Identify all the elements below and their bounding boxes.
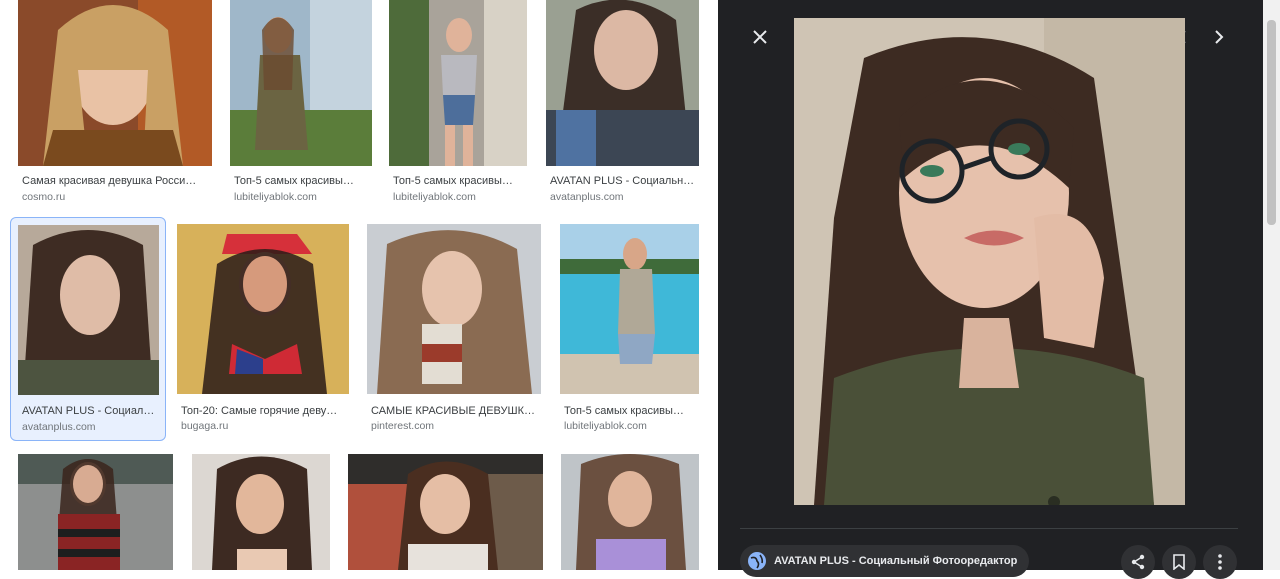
- result-thumbnail[interactable]: [177, 224, 349, 394]
- share-icon: [1131, 554, 1145, 570]
- result-thumbnail[interactable]: [348, 454, 543, 570]
- result-caption[interactable]: Топ-20: Самые горячие деву…: [177, 404, 349, 418]
- image-preview-panel: AVATAN PLUS - Социальный Фотоoредактор: [718, 0, 1263, 579]
- result-source: avatanplus.com: [22, 421, 96, 433]
- globe-icon: [748, 552, 766, 570]
- result-thumbnail[interactable]: [367, 224, 541, 394]
- result-tile[interactable]: [561, 454, 699, 570]
- result-tile[interactable]: [192, 454, 330, 570]
- result-caption[interactable]: AVATAN PLUS - Социальн…: [546, 174, 699, 188]
- result-caption[interactable]: Топ-5 самых красивы…: [560, 404, 699, 418]
- result-thumbnail[interactable]: [18, 454, 173, 570]
- result-tile[interactable]: САМЫЕ КРАСИВЫЕ ДЕВУШК… pinterest.com: [367, 224, 541, 436]
- result-tile[interactable]: Топ-5 самых красивы… lubiteliyablok.com: [389, 0, 527, 206]
- result-thumbnail[interactable]: [561, 454, 699, 570]
- panel-divider: [740, 528, 1238, 529]
- source-link[interactable]: AVATAN PLUS - Социальный Фотоoредактор: [740, 545, 1030, 577]
- share-button[interactable]: [1121, 545, 1155, 579]
- close-icon: [753, 30, 767, 44]
- result-tile[interactable]: [18, 454, 173, 570]
- result-tile-selected[interactable]: AVATAN PLUS - Социал… avatanplus.com: [10, 217, 166, 441]
- result-caption[interactable]: AVATAN PLUS - Социал…: [11, 404, 165, 418]
- result-thumbnail[interactable]: [560, 224, 699, 394]
- result-source: pinterest.com: [371, 420, 435, 432]
- chevron-right-icon: [1215, 30, 1224, 44]
- result-thumbnail[interactable]: [389, 0, 527, 166]
- result-caption[interactable]: САМЫЕ КРАСИВЫЕ ДЕВУШК…: [367, 404, 541, 418]
- image-results-grid: Самая красивая девушка Росси… cosmo.ru Т…: [0, 0, 718, 570]
- result-tile[interactable]: AVATAN PLUS - Социальн… avatanplus.com: [546, 0, 699, 206]
- bookmark-icon: [1173, 554, 1185, 570]
- result-source: avatanplus.com: [550, 191, 624, 203]
- preview-image[interactable]: [794, 18, 1185, 505]
- result-source: lubiteliyablok.com: [564, 420, 647, 432]
- result-thumbnail[interactable]: [230, 0, 372, 166]
- scrollbar-thumb[interactable]: [1267, 20, 1276, 225]
- result-source: lubiteliyablok.com: [393, 191, 476, 203]
- result-thumbnail[interactable]: [18, 0, 212, 166]
- result-caption[interactable]: Самая красивая девушка Росси…: [18, 174, 212, 188]
- result-source: lubiteliyablok.com: [234, 191, 317, 203]
- page-scrollbar[interactable]: [1263, 0, 1280, 570]
- result-tile[interactable]: Топ-5 самых красивы… lubiteliyablok.com: [230, 0, 372, 206]
- next-image-button[interactable]: [1203, 21, 1235, 53]
- result-source: bugaga.ru: [181, 420, 229, 432]
- save-button[interactable]: [1162, 545, 1196, 579]
- more-vert-icon: [1218, 554, 1222, 570]
- result-tile[interactable]: Самая красивая девушка Росси… cosmo.ru: [18, 0, 212, 206]
- result-thumbnail[interactable]: [192, 454, 330, 570]
- result-caption[interactable]: Топ-5 самых красивы…: [389, 174, 527, 188]
- result-source: cosmo.ru: [22, 191, 66, 203]
- more-options-button[interactable]: [1203, 545, 1237, 579]
- result-caption[interactable]: Топ-5 самых красивы…: [230, 174, 372, 188]
- result-thumbnail[interactable]: [18, 225, 159, 395]
- result-tile[interactable]: Топ-20: Самые горячие деву… bugaga.ru: [177, 224, 349, 436]
- result-tile[interactable]: [348, 454, 543, 570]
- source-title[interactable]: AVATAN PLUS - Социальный Фотоoредактор: [774, 555, 1017, 567]
- close-button[interactable]: [744, 21, 776, 53]
- result-tile[interactable]: Топ-5 самых красивы… lubiteliyablok.com: [560, 224, 699, 436]
- result-thumbnail[interactable]: [546, 0, 699, 166]
